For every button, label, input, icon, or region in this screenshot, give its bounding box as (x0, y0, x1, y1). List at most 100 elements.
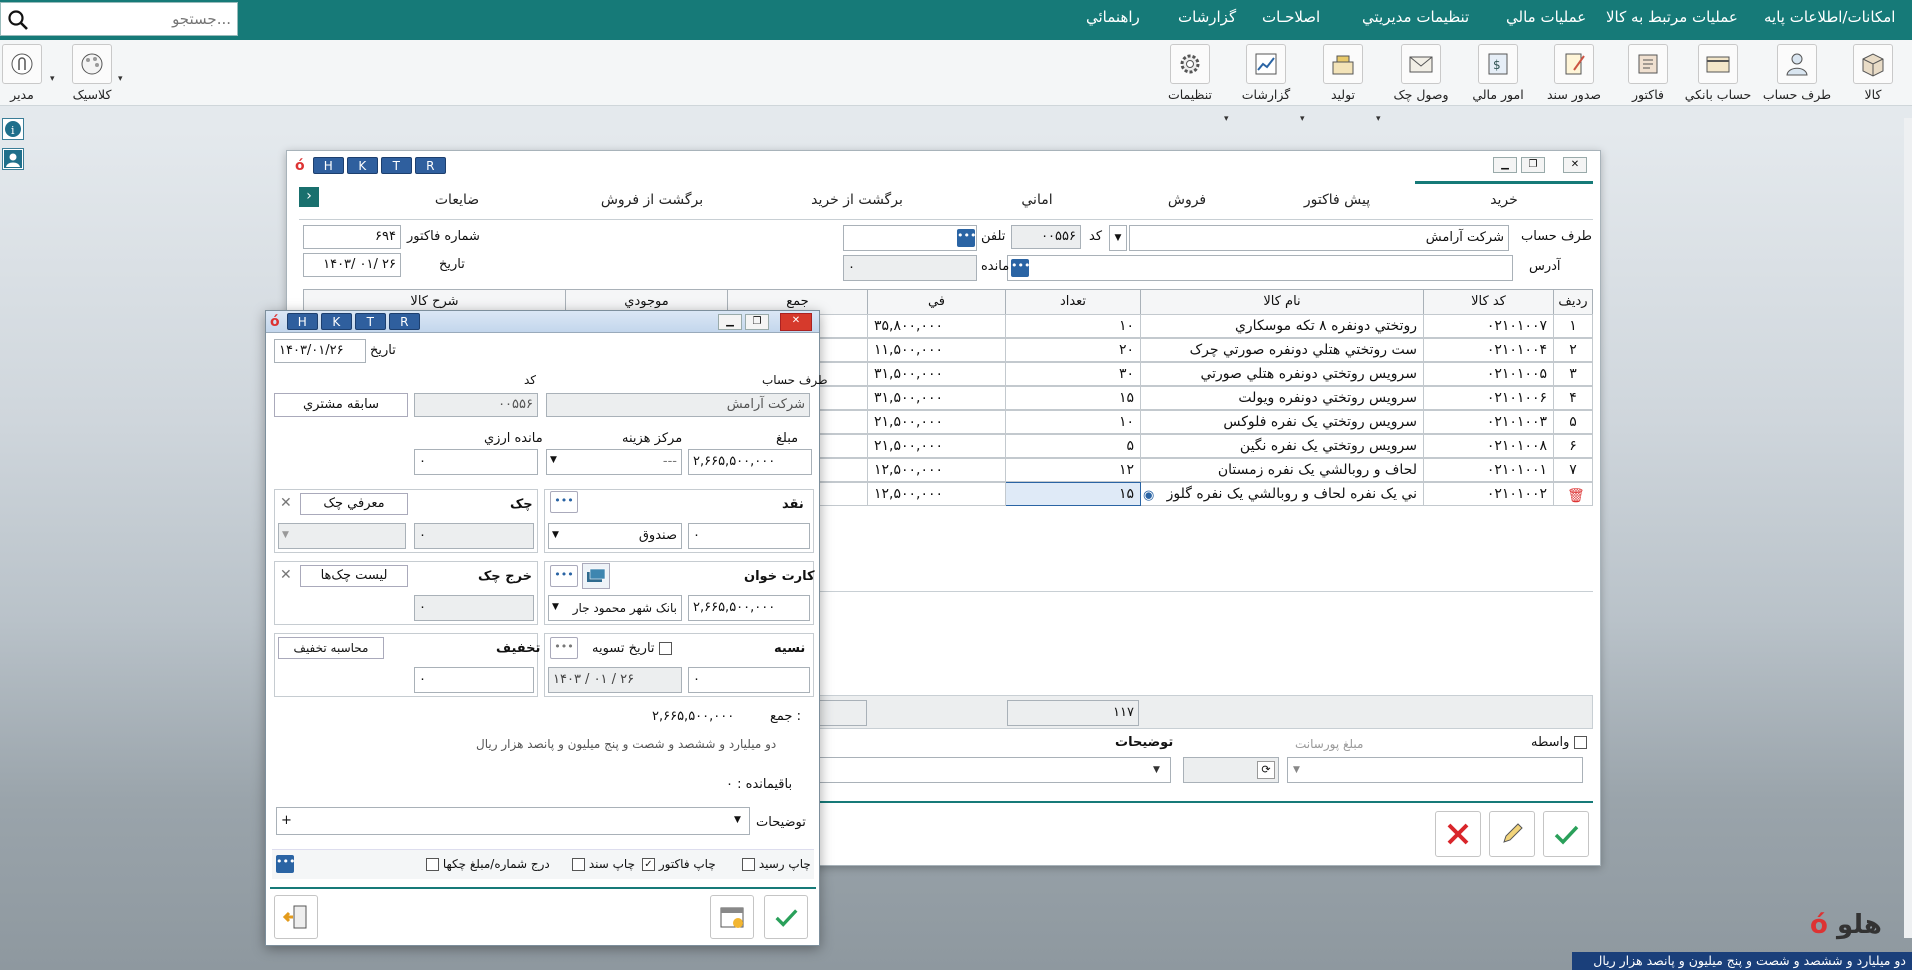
mediator-field[interactable] (1287, 757, 1583, 783)
toolbar-item-bank[interactable]: حساب بانکي (1680, 44, 1756, 102)
tabs-scroll-button[interactable]: › (299, 187, 319, 207)
grid-cell-item-code[interactable]: ۰۲۱۰۱۰۰۱ (1423, 458, 1554, 482)
address-field[interactable] (1007, 255, 1513, 281)
account-field[interactable]: شرکت آرامش (1129, 225, 1509, 251)
dialog-calendar-button[interactable] (710, 895, 754, 939)
grid-cell-unit-price[interactable]: ۳۱,۵۰۰,۰۰۰ (867, 386, 1006, 410)
tab-sale[interactable]: فروش (1117, 182, 1257, 220)
search-input[interactable] (35, 7, 231, 31)
grid-cell-item-code[interactable]: ۰۲۱۰۱۰۰۵ (1423, 362, 1554, 386)
grid-cell-quantity[interactable]: ۱۰ (1005, 314, 1141, 338)
grid-cell-item-name[interactable]: سرويس روتختي دونفره ويولت (1140, 386, 1424, 410)
toolbar-item-settings[interactable]: تنظيمات (1164, 44, 1216, 102)
search-icon[interactable] (7, 9, 29, 31)
chevron-down-icon[interactable]: ▼ (1293, 765, 1300, 775)
grid-cell-unit-price[interactable]: ۳۱,۵۰۰,۰۰۰ (867, 362, 1006, 386)
grid-cell-item-code[interactable]: ۰۲۱۰۱۰۰۴ (1423, 338, 1554, 362)
dialog-confirm-button[interactable] (764, 895, 808, 939)
tab-sale-return[interactable]: برگشت از فروش (557, 182, 747, 220)
grid-cell-unit-price[interactable]: ۳۵,۸۰۰,۰۰۰ (867, 314, 1006, 338)
toolbar-item-reports[interactable]: گزارشات (1240, 44, 1292, 102)
chevron-down-icon[interactable]: ▼ (282, 530, 289, 540)
grid-cell-row-number[interactable]: ۷ (1553, 458, 1593, 482)
tab-consignment[interactable]: اماني (967, 182, 1107, 220)
grid-cell-quantity[interactable]: ۱۰ (1005, 410, 1141, 434)
menu-corrections[interactable]: اصلاحـات (1262, 8, 1320, 26)
chevron-down-icon[interactable]: ▾ (118, 74, 123, 84)
chevron-down-icon[interactable]: ▼ (734, 815, 741, 825)
bank-field[interactable]: بانک شهر محمود جار (548, 595, 682, 621)
amount-field[interactable]: ۲,۶۶۵,۵۰۰,۰۰۰ (688, 449, 812, 475)
grid-cell-item-name[interactable]: سرويس روتختي دونفره هتلي صورتي (1140, 362, 1424, 386)
grid-cell-item-name[interactable]: لحاف و روبالشي يک نفره زمستان (1140, 458, 1424, 482)
hk-button-k[interactable]: K (346, 157, 378, 174)
grid-cell-unit-price[interactable]: ۲۱,۵۰۰,۰۰۰ (867, 434, 1006, 458)
fx-balance-field[interactable]: ۰ (414, 449, 538, 475)
discount-field[interactable]: ۰ (414, 667, 534, 693)
print-invoice-option[interactable]: ✓ چاپ فاکتور (642, 857, 716, 871)
grid-cell-row-number[interactable]: ۶ (1553, 434, 1593, 458)
chevron-down-icon[interactable]: ▼ (552, 602, 559, 612)
chevron-down-icon[interactable]: ▼ (1109, 225, 1127, 251)
grid-cell-row-number[interactable]: ۲ (1553, 338, 1593, 362)
credit-more-button[interactable]: ••• (550, 637, 578, 659)
cheque-list-button[interactable]: ليست چک‌ها (300, 565, 408, 587)
print-receipt-option[interactable]: چاپ رسيد (742, 857, 811, 871)
grid-cell-unit-price[interactable]: ۱۱,۵۰۰,۰۰۰ (867, 338, 1006, 362)
hk-button-r[interactable]: R (388, 313, 420, 330)
close-button[interactable]: ✕ (1563, 157, 1587, 173)
menu-basic-info[interactable]: امکانات/اطلاعات پايه (1764, 8, 1895, 26)
hk-button-h[interactable]: H (312, 157, 344, 174)
menu-admin-settings[interactable]: تنظيمات مديريتي (1362, 8, 1469, 26)
grid-cell-item-code[interactable]: ۰۲۱۰۱۰۰۳ (1423, 410, 1554, 434)
toolbar-item-invoice[interactable]: فاکتور (1622, 44, 1674, 102)
grid-cell-row-number[interactable]: ۳ (1553, 362, 1593, 386)
grid-cell-item-name[interactable]: سرويس روتختي يک نفره نگين (1140, 434, 1424, 458)
grid-cell-row-number[interactable]: ۱ (1553, 314, 1593, 338)
grid-cell-quantity[interactable]: ۱۵ (1005, 482, 1141, 506)
cash-amount-field[interactable]: ۰ (688, 523, 810, 549)
address-more-button[interactable]: ••• (1011, 259, 1030, 277)
cash-box-field[interactable]: صندوق (548, 523, 682, 549)
customer-history-button[interactable]: سابقه مشتري (274, 393, 408, 417)
toolbar-item-goods[interactable]: کالا (1848, 44, 1898, 102)
hk-button-r[interactable]: R (414, 157, 446, 174)
date-field[interactable]: ۱۴۰۳/ ۰۱/ ۲۶ (303, 253, 401, 277)
hk-button-t[interactable]: T (354, 313, 386, 330)
dlg-description-field[interactable]: + (276, 807, 750, 835)
chevron-down-icon[interactable]: ▼ (552, 530, 559, 540)
hk-button-k[interactable]: K (320, 313, 352, 330)
hk-button-h[interactable]: H (286, 313, 318, 330)
menu-reports[interactable]: گزارشات (1178, 8, 1236, 26)
search-box[interactable] (0, 2, 238, 36)
toolbar-item-finance[interactable]: $ امور مالي (1470, 44, 1526, 102)
toolbar-item-production[interactable]: توليد (1318, 44, 1368, 102)
grid-cell-quantity[interactable]: ۱۵ (1005, 386, 1141, 410)
refresh-icon[interactable]: ⟳ (1257, 761, 1275, 779)
print-receipt-checkbox[interactable] (742, 858, 755, 871)
introduce-cheque-button[interactable]: معرفي چک (300, 493, 408, 515)
chevron-down-icon[interactable]: ▼ (550, 455, 557, 465)
grid-cell-row-number[interactable]: ۵ (1553, 410, 1593, 434)
calc-discount-button[interactable]: محاسبه تخفيف (278, 637, 384, 659)
cash-more-button[interactable]: ••• (550, 491, 578, 513)
insert-cheque-checkbox[interactable] (426, 858, 439, 871)
grid-cell-quantity[interactable]: ۵ (1005, 434, 1141, 458)
cost-center-field[interactable]: --- (546, 449, 682, 475)
print-doc-option[interactable]: چاپ سند (572, 857, 635, 871)
minimize-button[interactable]: ▁ (1493, 157, 1517, 173)
grid-cell-quantity[interactable]: ۳۰ (1005, 362, 1141, 386)
hk-button-t[interactable]: T (380, 157, 412, 174)
mediator-checkbox[interactable] (1573, 736, 1587, 749)
chevron-down-icon[interactable]: ▼ (1153, 765, 1160, 775)
grid-cell-quantity[interactable]: ۱۲ (1005, 458, 1141, 482)
cards-icon[interactable] (582, 563, 610, 589)
user-profile-icon[interactable] (2, 148, 24, 170)
toolbar-item-voucher[interactable]: صدور سند (1544, 44, 1604, 102)
print-more-button[interactable]: ••• (276, 855, 295, 873)
trash-icon[interactable]: 🗑 (1567, 488, 1585, 504)
clear-icon[interactable]: ✕ (280, 495, 292, 511)
confirm-button[interactable] (1543, 811, 1589, 857)
card-more-button[interactable]: ••• (550, 565, 578, 587)
toolbar-item-account[interactable]: طرف حساب (1762, 44, 1832, 102)
